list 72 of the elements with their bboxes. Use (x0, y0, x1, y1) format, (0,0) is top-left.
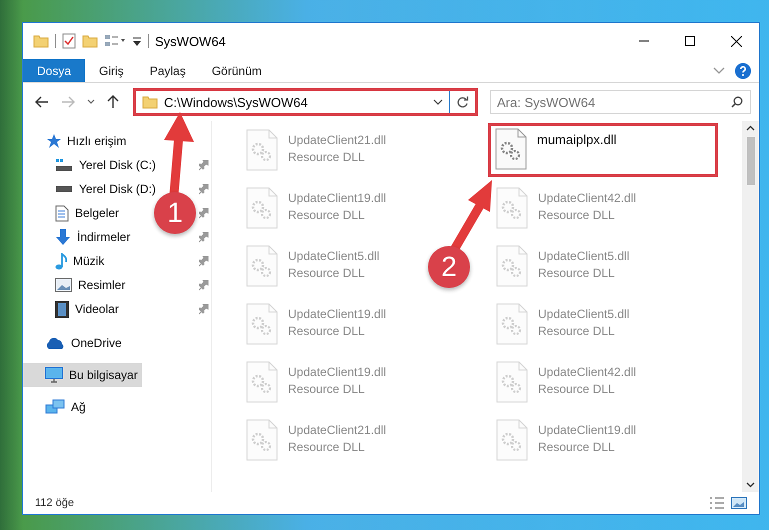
folder-icon (142, 95, 158, 109)
sidebar-item[interactable]: Belgeler (23, 201, 124, 225)
dropdown-icon[interactable] (433, 99, 443, 105)
sidebar-item[interactable]: Videolar (23, 297, 123, 321)
search-field[interactable]: Ara: SysWOW64 (490, 90, 751, 114)
large-icons-view-icon[interactable] (731, 497, 747, 509)
dll-file-icon (246, 419, 278, 461)
recent-locations-icon[interactable] (87, 99, 95, 105)
sidebar-item[interactable]: Hızlı erişim (23, 129, 130, 153)
folder-icon[interactable] (33, 34, 49, 48)
sidebar-item[interactable]: Bu bilgisayar (23, 363, 142, 387)
dll-file-icon (246, 187, 278, 229)
star-icon (45, 133, 61, 149)
download-icon (55, 228, 71, 246)
ribbon-tab[interactable]: Paylaş (138, 59, 198, 82)
ribbon-tab[interactable]: Görünüm (200, 59, 274, 82)
new-folder-icon[interactable] (82, 34, 98, 48)
scroll-down-icon[interactable] (746, 482, 755, 488)
ribbon-tab[interactable]: Dosya (23, 59, 86, 82)
address-bar[interactable]: C:\Windows\SysWOW64 (133, 88, 478, 116)
music-note-icon (55, 252, 67, 270)
properties-icon[interactable] (62, 33, 76, 49)
dll-file-icon (496, 187, 528, 229)
sidebar-item[interactable]: OneDrive (23, 331, 126, 355)
dll-file-icon (496, 245, 528, 287)
drive-icon (55, 158, 73, 172)
dll-file-icon (496, 361, 528, 403)
dll-file-icon (496, 303, 528, 345)
search-icon[interactable] (731, 96, 743, 108)
expand-ribbon-icon[interactable] (713, 66, 725, 74)
computer-icon (45, 367, 63, 383)
sidebar-item[interactable]: Müzik (23, 249, 108, 273)
vertical-scrollbar[interactable] (742, 121, 759, 492)
up-icon[interactable] (107, 95, 119, 109)
sidebar-item[interactable]: Yerel Disk (C:) (23, 153, 160, 177)
close-icon (730, 36, 742, 46)
dll-file-icon (246, 129, 278, 171)
picture-icon (55, 278, 72, 292)
dll-file-icon (495, 128, 527, 170)
sidebar-item[interactable]: İndirmeler (23, 225, 134, 249)
dll-file-icon (246, 245, 278, 287)
pin-icon[interactable] (199, 232, 209, 242)
document-icon (55, 204, 69, 222)
window-title: SysWOW64 (155, 34, 226, 48)
network-icon (45, 399, 65, 415)
details-view-icon[interactable] (709, 497, 725, 509)
sidebar-item[interactable]: Ağ (23, 395, 90, 419)
forward-icon[interactable] (61, 96, 75, 108)
back-icon[interactable] (35, 96, 49, 108)
dll-file-icon (496, 419, 528, 461)
pin-icon[interactable] (199, 208, 209, 218)
refresh-icon[interactable] (456, 96, 469, 108)
pin-icon[interactable] (199, 160, 209, 170)
drive-icon (55, 186, 73, 192)
sidebar-item[interactable]: Resimler (23, 273, 130, 297)
customize-toolbar-icon[interactable] (132, 35, 142, 47)
item-count: 112 öğe (35, 497, 74, 509)
view-options-icon[interactable] (104, 34, 126, 48)
help-icon[interactable] (735, 62, 751, 78)
pin-icon[interactable] (199, 304, 209, 314)
scroll-up-icon[interactable] (746, 125, 755, 131)
cloud-icon (45, 337, 65, 349)
film-icon (55, 300, 69, 318)
maximize-icon (685, 36, 695, 46)
pin-icon[interactable] (199, 280, 209, 290)
scrollbar-thumb[interactable] (746, 137, 754, 185)
file-item[interactable]: mumaiplpx.dll (488, 123, 718, 177)
dll-file-icon (246, 303, 278, 345)
pin-icon[interactable] (199, 256, 209, 266)
dll-file-icon (246, 361, 278, 403)
ribbon-tab[interactable]: Giriş (87, 59, 136, 82)
pin-icon[interactable] (199, 184, 209, 194)
